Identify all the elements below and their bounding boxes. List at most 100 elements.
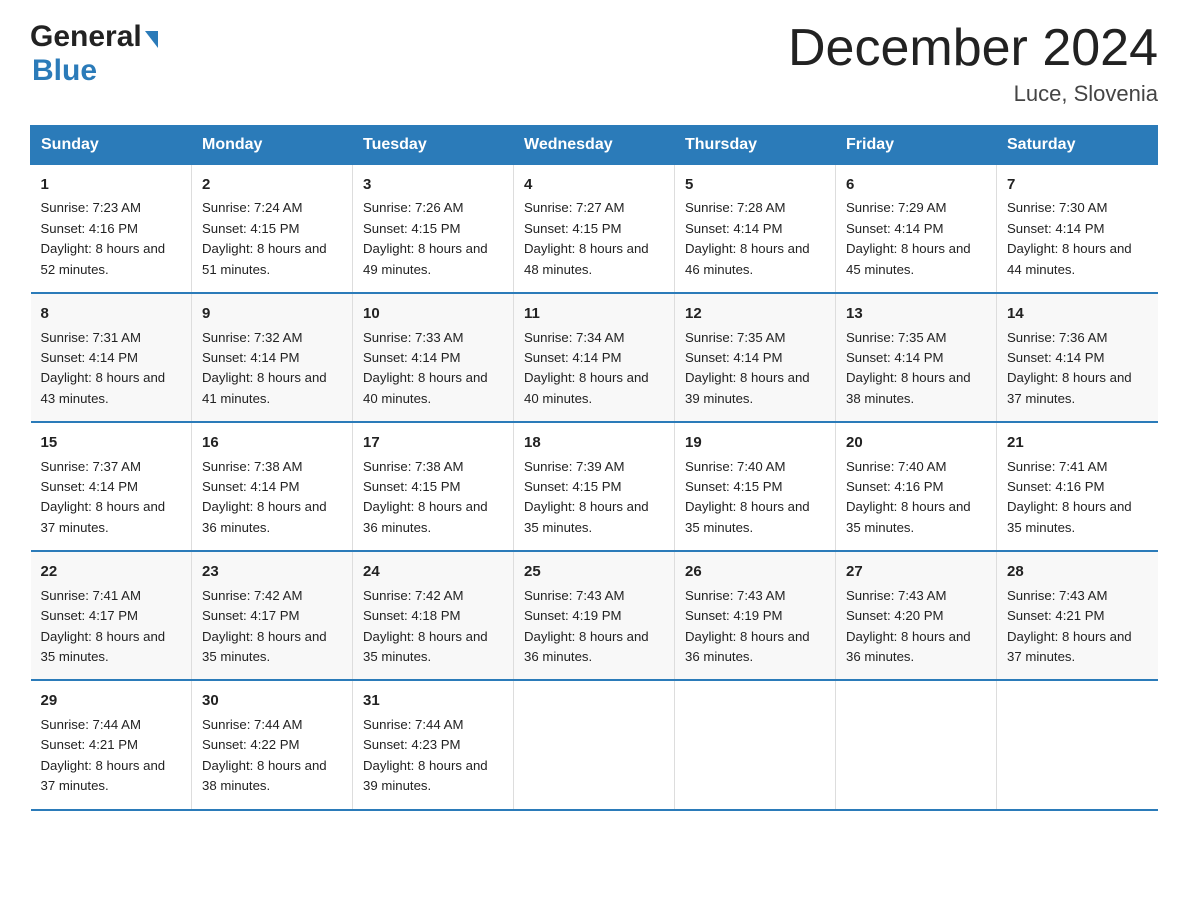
day-number: 22 <box>41 560 182 583</box>
day-info: Sunrise: 7:35 AMSunset: 4:14 PMDaylight:… <box>685 328 825 410</box>
day-info: Sunrise: 7:26 AMSunset: 4:15 PMDaylight:… <box>363 198 503 280</box>
header-thursday: Thursday <box>675 126 836 165</box>
day-info: Sunrise: 7:42 AMSunset: 4:18 PMDaylight:… <box>363 586 503 668</box>
calendar-cell: 23 Sunrise: 7:42 AMSunset: 4:17 PMDayligh… <box>192 551 353 680</box>
calendar-cell: 22 Sunrise: 7:41 AMSunset: 4:17 PMDayligh… <box>31 551 192 680</box>
calendar-cell <box>997 680 1158 809</box>
day-info: Sunrise: 7:38 AMSunset: 4:14 PMDaylight:… <box>202 457 342 539</box>
header-wednesday: Wednesday <box>514 126 675 165</box>
logo: General Blue <box>30 20 158 88</box>
day-number: 11 <box>524 302 664 325</box>
day-number: 5 <box>685 173 825 196</box>
calendar-cell: 19Sunrise: 7:40 AMSunset: 4:15 PMDayligh… <box>675 422 836 551</box>
week-row-4: 22 Sunrise: 7:41 AMSunset: 4:17 PMDayligh… <box>31 551 1158 680</box>
day-number: 12 <box>685 302 825 325</box>
day-info: Sunrise: 7:31 AMSunset: 4:14 PMDaylight:… <box>41 328 182 410</box>
day-info: Sunrise: 7:40 AMSunset: 4:16 PMDaylight:… <box>846 457 986 539</box>
day-info: Sunrise: 7:36 AMSunset: 4:14 PMDaylight:… <box>1007 328 1148 410</box>
day-info: Sunrise: 7:42 AMSunset: 4:17 PMDaylight:… <box>202 586 342 668</box>
calendar-cell: 6Sunrise: 7:29 AMSunset: 4:14 PMDaylight… <box>836 165 997 294</box>
calendar-cell: 11 Sunrise: 7:34 AMSunset: 4:14 PMDayligh… <box>514 293 675 422</box>
day-number: 23 <box>202 560 342 583</box>
calendar-cell: 28Sunrise: 7:43 AMSunset: 4:21 PMDayligh… <box>997 551 1158 680</box>
day-number: 10 <box>363 302 503 325</box>
day-info: Sunrise: 7:38 AMSunset: 4:15 PMDaylight:… <box>363 457 503 539</box>
day-info: Sunrise: 7:35 AMSunset: 4:14 PMDaylight:… <box>846 328 986 410</box>
day-info: Sunrise: 7:30 AMSunset: 4:14 PMDaylight:… <box>1007 198 1148 280</box>
day-info: Sunrise: 7:44 AMSunset: 4:23 PMDaylight:… <box>363 715 503 797</box>
header-friday: Friday <box>836 126 997 165</box>
calendar-cell: 15 Sunrise: 7:37 AMSunset: 4:14 PMDayligh… <box>31 422 192 551</box>
day-info: Sunrise: 7:39 AMSunset: 4:15 PMDaylight:… <box>524 457 664 539</box>
header-saturday: Saturday <box>997 126 1158 165</box>
calendar-cell: 14 Sunrise: 7:36 AMSunset: 4:14 PMDayligh… <box>997 293 1158 422</box>
calendar-cell: 21 Sunrise: 7:41 AMSunset: 4:16 PMDayligh… <box>997 422 1158 551</box>
day-number: 21 <box>1007 431 1148 454</box>
calendar-cell: 29 Sunrise: 7:44 AMSunset: 4:21 PMDayligh… <box>31 680 192 809</box>
subtitle: Luce, Slovenia <box>788 81 1158 107</box>
day-number: 2 <box>202 173 342 196</box>
calendar-cell: 17Sunrise: 7:38 AMSunset: 4:15 PMDayligh… <box>353 422 514 551</box>
day-info: Sunrise: 7:27 AMSunset: 4:15 PMDaylight:… <box>524 198 664 280</box>
day-number: 18 <box>524 431 664 454</box>
day-number: 15 <box>41 431 182 454</box>
logo-general: General <box>30 20 142 54</box>
calendar-cell: 18 Sunrise: 7:39 AMSunset: 4:15 PMDayligh… <box>514 422 675 551</box>
day-info: Sunrise: 7:37 AMSunset: 4:14 PMDaylight:… <box>41 457 182 539</box>
calendar-cell: 13 Sunrise: 7:35 AMSunset: 4:14 PMDayligh… <box>836 293 997 422</box>
header-monday: Monday <box>192 126 353 165</box>
day-number: 27 <box>846 560 986 583</box>
day-number: 20 <box>846 431 986 454</box>
day-number: 13 <box>846 302 986 325</box>
day-info: Sunrise: 7:28 AMSunset: 4:14 PMDaylight:… <box>685 198 825 280</box>
calendar-cell: 7Sunrise: 7:30 AMSunset: 4:14 PMDaylight… <box>997 165 1158 294</box>
day-info: Sunrise: 7:44 AMSunset: 4:21 PMDaylight:… <box>41 715 182 797</box>
week-row-1: 1Sunrise: 7:23 AMSunset: 4:16 PMDaylight… <box>31 165 1158 294</box>
week-row-5: 29 Sunrise: 7:44 AMSunset: 4:21 PMDayligh… <box>31 680 1158 809</box>
day-number: 25 <box>524 560 664 583</box>
day-number: 16 <box>202 431 342 454</box>
day-info: Sunrise: 7:43 AMSunset: 4:20 PMDaylight:… <box>846 586 986 668</box>
calendar-cell: 2Sunrise: 7:24 AMSunset: 4:15 PMDaylight… <box>192 165 353 294</box>
calendar-cell: 8 Sunrise: 7:31 AMSunset: 4:14 PMDaylight… <box>31 293 192 422</box>
header-sunday: Sunday <box>31 126 192 165</box>
day-info: Sunrise: 7:23 AMSunset: 4:16 PMDaylight:… <box>41 198 182 280</box>
calendar-cell: 24Sunrise: 7:42 AMSunset: 4:18 PMDayligh… <box>353 551 514 680</box>
calendar-cell: 25 Sunrise: 7:43 AMSunset: 4:19 PMDayligh… <box>514 551 675 680</box>
title-area: December 2024 Luce, Slovenia <box>788 20 1158 107</box>
logo-blue: Blue <box>32 54 97 87</box>
week-row-3: 15 Sunrise: 7:37 AMSunset: 4:14 PMDayligh… <box>31 422 1158 551</box>
day-number: 30 <box>202 689 342 712</box>
day-number: 7 <box>1007 173 1148 196</box>
day-number: 3 <box>363 173 503 196</box>
calendar-table: SundayMondayTuesdayWednesdayThursdayFrid… <box>30 125 1158 810</box>
calendar-cell: 4Sunrise: 7:27 AMSunset: 4:15 PMDaylight… <box>514 165 675 294</box>
logo-arrow-icon <box>145 31 158 48</box>
calendar-cell: 9Sunrise: 7:32 AMSunset: 4:14 PMDaylight… <box>192 293 353 422</box>
day-info: Sunrise: 7:44 AMSunset: 4:22 PMDaylight:… <box>202 715 342 797</box>
day-number: 6 <box>846 173 986 196</box>
day-info: Sunrise: 7:43 AMSunset: 4:19 PMDaylight:… <box>524 586 664 668</box>
calendar-cell: 20 Sunrise: 7:40 AMSunset: 4:16 PMDayligh… <box>836 422 997 551</box>
calendar-cell <box>675 680 836 809</box>
day-number: 4 <box>524 173 664 196</box>
day-number: 28 <box>1007 560 1148 583</box>
page-header: General Blue December 2024 Luce, Sloveni… <box>30 20 1158 107</box>
day-info: Sunrise: 7:29 AMSunset: 4:14 PMDaylight:… <box>846 198 986 280</box>
day-number: 31 <box>363 689 503 712</box>
day-info: Sunrise: 7:43 AMSunset: 4:19 PMDaylight:… <box>685 586 825 668</box>
calendar-cell: 26 Sunrise: 7:43 AMSunset: 4:19 PMDayligh… <box>675 551 836 680</box>
day-number: 26 <box>685 560 825 583</box>
main-title: December 2024 <box>788 20 1158 77</box>
day-number: 8 <box>41 302 182 325</box>
calendar-cell <box>836 680 997 809</box>
day-number: 9 <box>202 302 342 325</box>
day-number: 14 <box>1007 302 1148 325</box>
day-info: Sunrise: 7:41 AMSunset: 4:16 PMDaylight:… <box>1007 457 1148 539</box>
calendar-cell: 16 Sunrise: 7:38 AMSunset: 4:14 PMDayligh… <box>192 422 353 551</box>
day-info: Sunrise: 7:41 AMSunset: 4:17 PMDaylight:… <box>41 586 182 668</box>
day-info: Sunrise: 7:34 AMSunset: 4:14 PMDaylight:… <box>524 328 664 410</box>
day-number: 29 <box>41 689 182 712</box>
calendar-cell: 3Sunrise: 7:26 AMSunset: 4:15 PMDaylight… <box>353 165 514 294</box>
calendar-cell: 12 Sunrise: 7:35 AMSunset: 4:14 PMDayligh… <box>675 293 836 422</box>
